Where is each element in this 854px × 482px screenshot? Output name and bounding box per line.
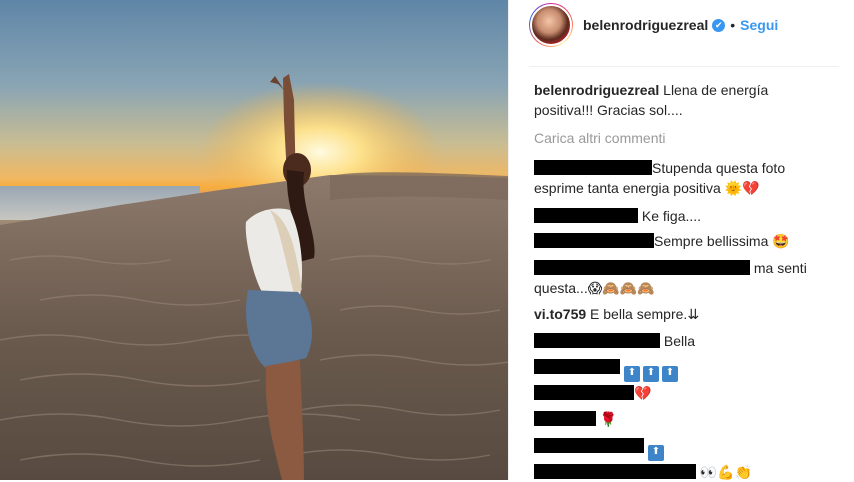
top-emoji-icon: ⬆ [661, 366, 678, 382]
separator-dot: • [730, 17, 736, 33]
comment-text: Sempre bellissima [654, 233, 769, 249]
comment-item: 👀💪👏 [534, 462, 752, 482]
comment-item: vi.to759 E bella sempre.⇊ [534, 304, 699, 324]
redacted-username [534, 160, 652, 175]
avatar-image [530, 4, 572, 46]
redacted-username [534, 333, 660, 348]
redacted-username [534, 411, 596, 426]
comments-panel: belenrodriguezreal ✔ • Segui belenrodrig… [508, 0, 854, 480]
comment-item: Stupenda questa foto esprime tanta energ… [534, 158, 794, 198]
redacted-username [534, 260, 750, 275]
post-header: belenrodriguezreal ✔ • Segui [529, 0, 778, 50]
load-more-comments-link[interactable]: Carica altri commenti [534, 130, 665, 146]
sun-heart-emoji: 🌞💔 [724, 180, 760, 196]
sunset-beach-image [0, 74, 508, 480]
top-emoji-icon: ⬆ [647, 445, 664, 461]
redacted-username [534, 359, 620, 374]
star-eyes-emoji: 🤩 [772, 233, 790, 249]
comment-text: Ke figa.... [641, 208, 702, 224]
arrows-emoji: ⇊ [687, 306, 700, 322]
comment-item: 🌹 [534, 409, 617, 429]
top-emoji-icon: ⬆ [623, 366, 640, 382]
eyes-muscle-clap-emoji: 👀💪👏 [699, 464, 753, 480]
redacted-username [534, 438, 644, 453]
post-caption: belenrodriguezreal Llena de energía posi… [534, 80, 784, 120]
comment-item: ma senti questa...😱🙈🙈🙈 [534, 258, 814, 298]
follow-button[interactable]: Segui [740, 17, 778, 33]
header-divider [529, 66, 839, 67]
top-emoji-icon: ⬆ [642, 366, 659, 382]
comment-text: E bella sempre. [590, 306, 688, 322]
comment-username[interactable]: vi.to759 [534, 306, 586, 322]
rose-emoji: 🌹 [599, 411, 618, 427]
comment-item: Bella [534, 331, 695, 351]
redacted-username [534, 233, 654, 248]
comment-item: ⬆ ⬆ ⬆ [534, 357, 681, 382]
caption-username[interactable]: belenrodriguezreal [534, 82, 659, 98]
redacted-username [534, 385, 634, 400]
comment-item: Ke figa.... [534, 206, 701, 226]
verified-badge-icon: ✔ [712, 18, 726, 32]
comment-text: Bella [663, 333, 696, 349]
redacted-username [534, 208, 638, 223]
comment-item: 💔 [534, 383, 651, 403]
post-photo[interactable] [0, 0, 508, 480]
header-username[interactable]: belenrodriguezreal [583, 17, 708, 33]
redacted-username [534, 464, 696, 479]
comment-item: Sempre bellissima 🤩 [534, 231, 790, 251]
avatar[interactable] [529, 3, 573, 47]
comment-item: ⬆ [534, 436, 667, 461]
broken-heart-emoji: 💔 [634, 385, 652, 401]
monkey-emoji: 😱🙈🙈🙈 [587, 280, 655, 296]
